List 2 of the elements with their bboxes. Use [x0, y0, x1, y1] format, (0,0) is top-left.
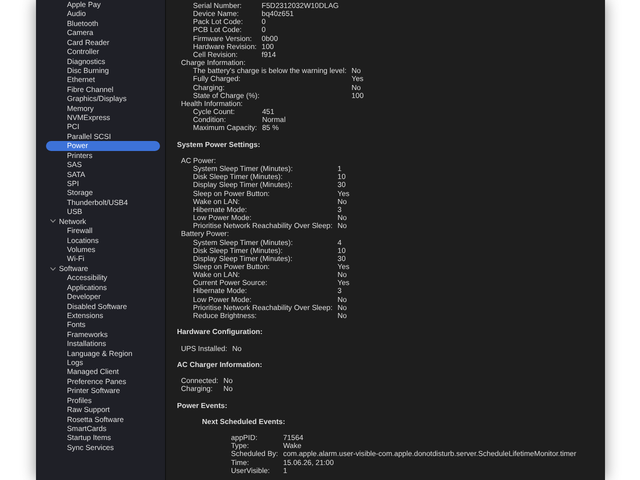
- chevron-icon: [50, 219, 56, 224]
- chevron-icon: [50, 266, 56, 271]
